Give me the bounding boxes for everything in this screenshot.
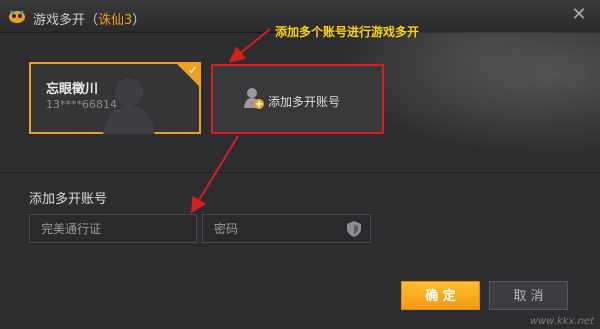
account-number: 13****66814 [46,98,117,111]
check-icon: ✓ [187,63,198,77]
close-icon[interactable]: ✕ [570,6,588,24]
shield-icon [347,221,361,237]
window-title: 游戏多开（诛仙3） [33,9,145,28]
cancel-button[interactable]: 取 消 [489,281,568,310]
account-card[interactable]: 忘眼徵川 13****66814 ✓ [29,62,201,134]
app-icon [9,10,25,23]
watermark: www.kkx.net [529,316,594,327]
ok-button[interactable]: 确 定 [401,281,480,310]
account-name: 忘眼徵川 [46,82,99,97]
add-account-label: 添加多开账号 [268,95,341,109]
title-game: 诛仙3 [98,13,133,28]
title-prefix: 游戏多开（ [33,13,99,28]
annotation-text: 添加多个账号进行游戏多开 [275,25,420,39]
password-input[interactable] [202,214,371,243]
section-title: 添加多开账号 [29,192,108,207]
title-suffix: ） [132,13,146,28]
add-account-card[interactable]: 添加多开账号 [211,64,384,134]
add-user-icon [244,88,264,109]
account-input[interactable] [29,214,197,243]
